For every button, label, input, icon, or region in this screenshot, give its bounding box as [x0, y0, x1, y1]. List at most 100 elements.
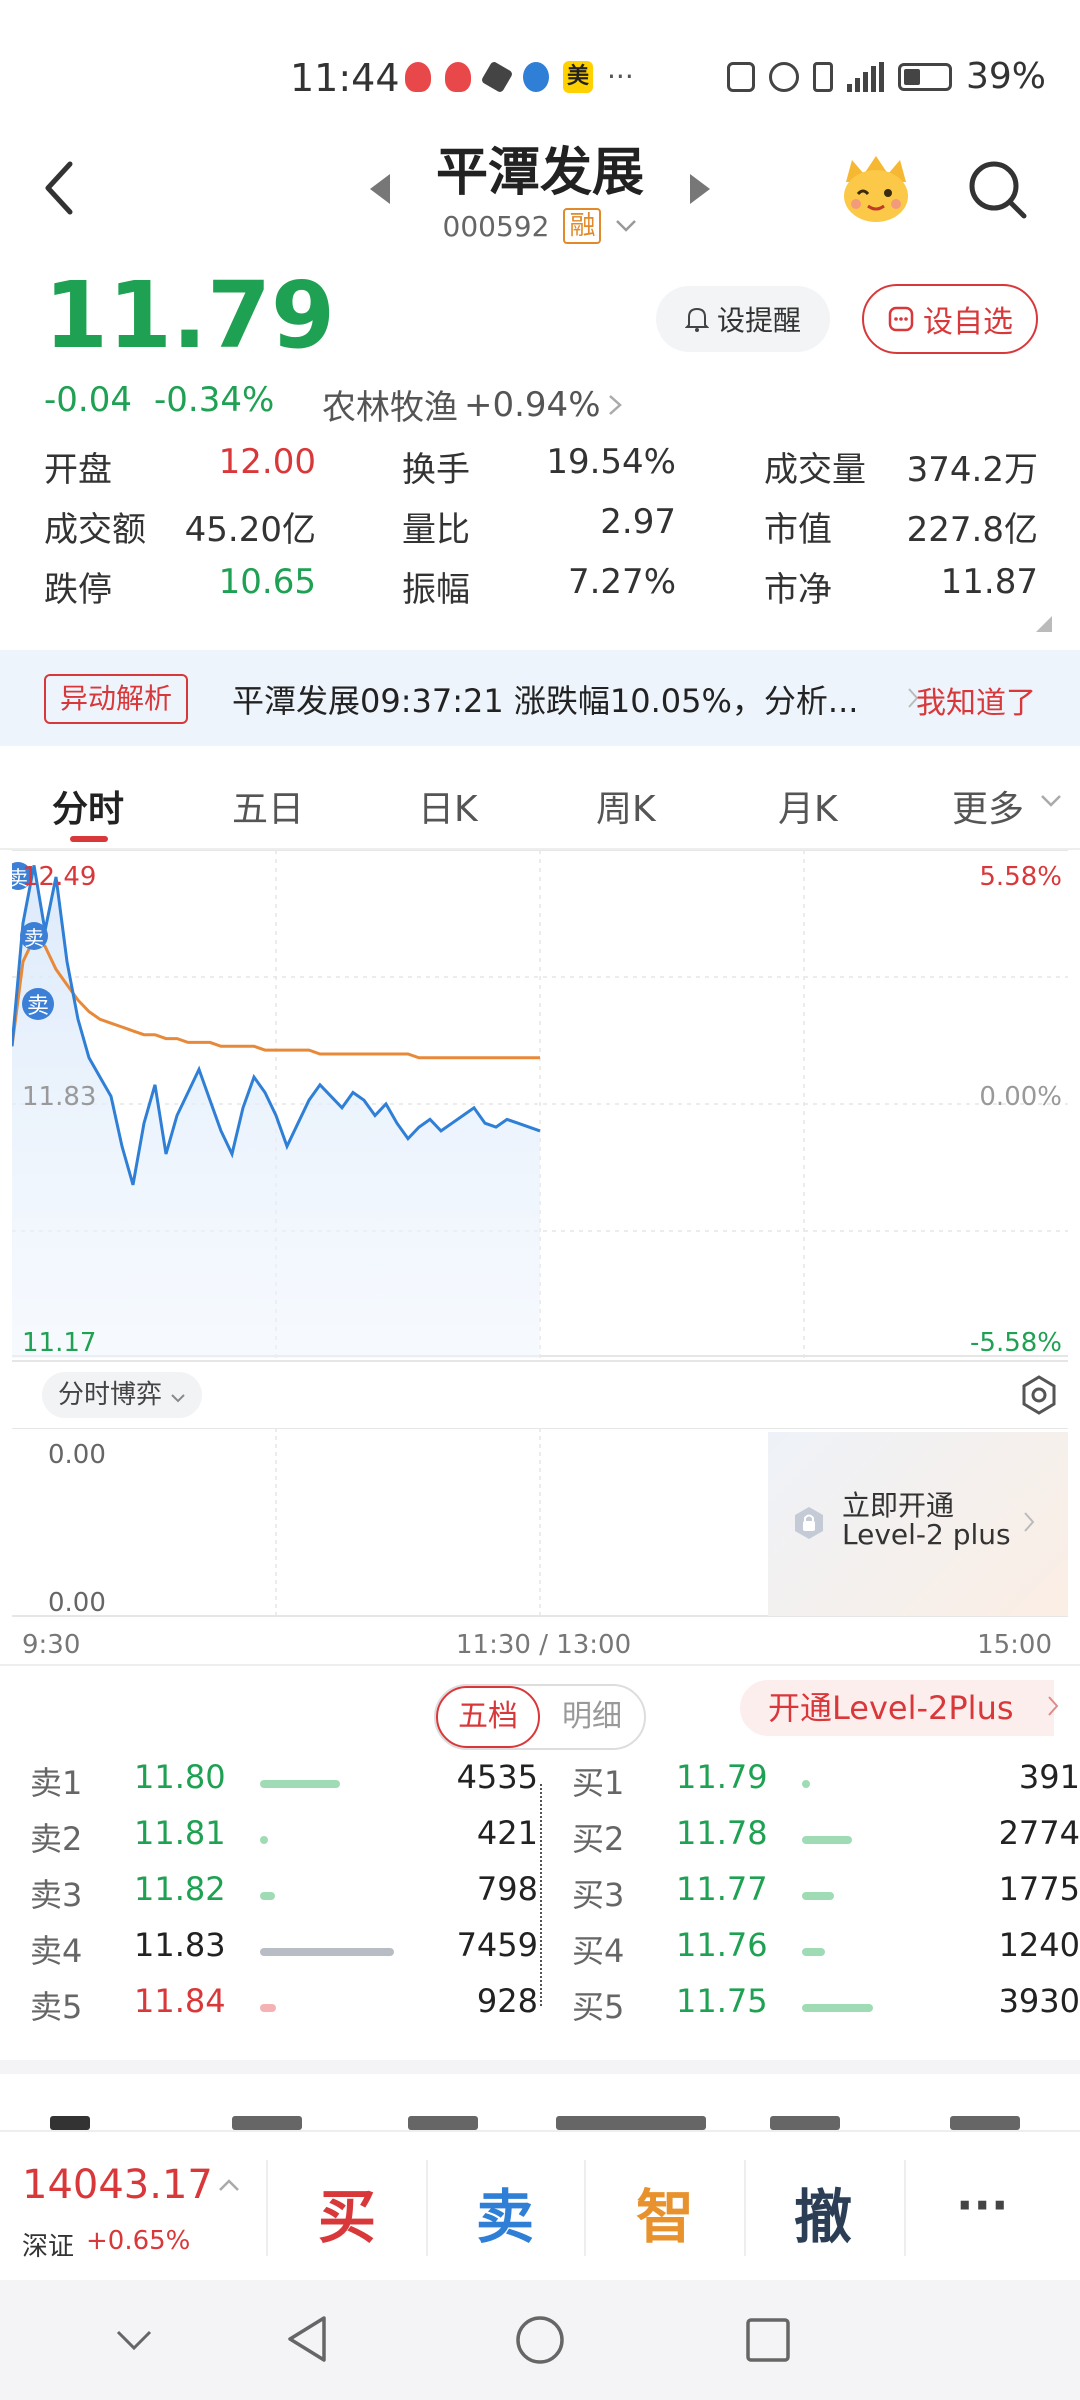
order-volume: 3930 — [998, 1982, 1080, 2020]
stat-label: 成交量 — [764, 450, 866, 490]
tab-weekly-k[interactable]: 周K — [596, 780, 656, 832]
order-volume: 391 — [1018, 1758, 1080, 1796]
divider — [12, 1360, 1068, 1362]
settings-icon[interactable] — [1018, 1374, 1060, 1416]
indicator-name: 分时博弈 — [58, 1380, 163, 1410]
divider — [904, 2160, 906, 2256]
lock-icon — [795, 1507, 823, 1539]
app-notification-icon — [445, 61, 471, 92]
tab-daily-k[interactable]: 日K — [418, 780, 478, 832]
sub-bottom-label: 0.00 — [48, 1588, 106, 1618]
change-percent: -0.34% — [153, 380, 275, 420]
buy-button[interactable]: 买 — [318, 2170, 376, 2254]
time-mid: 11:30 / 13:00 — [456, 1630, 632, 1660]
level2-plus-link[interactable]: 开通Level-2Plus — [740, 1680, 1054, 1736]
chevron-up-icon[interactable] — [218, 2178, 240, 2192]
five-levels-tab[interactable]: 五档 — [436, 1686, 540, 1748]
add-favorite-button[interactable]: 设自选 — [862, 284, 1038, 354]
app-notification-icon — [523, 61, 549, 92]
stock-name: 平潭发展 — [435, 143, 644, 203]
expand-corner-icon[interactable] — [1036, 616, 1052, 632]
volume-bar — [802, 1780, 810, 1788]
order-price: 11.75 — [676, 1982, 768, 2020]
chart-period-tabs — [0, 758, 1080, 848]
order-volume: 1240 — [998, 1926, 1080, 1964]
hide-keyboard-icon[interactable] — [114, 2328, 154, 2352]
order-price: 11.84 — [134, 1982, 226, 2020]
pct-low-label: -5.58% — [970, 1328, 1062, 1358]
price-high-label: 12.49 — [22, 862, 97, 892]
volume-bar — [802, 1948, 825, 1956]
volume-bar — [802, 1892, 834, 1900]
tab-more[interactable]: 更多 — [952, 780, 1024, 832]
stat-label: 换手 — [402, 450, 470, 490]
price-mid-label: 11.83 — [22, 1082, 97, 1112]
order-volume: 798 — [476, 1870, 538, 1908]
order-volume: 421 — [476, 1814, 538, 1852]
current-price: 11.79 — [44, 262, 336, 369]
change-value: -0.04 — [44, 380, 132, 420]
meituan-icon: 美 — [563, 60, 594, 93]
divider — [426, 2160, 428, 2256]
order-volume: 928 — [476, 1982, 538, 2020]
tab-five-day[interactable]: 五日 — [232, 780, 304, 832]
volume-bar — [260, 1780, 340, 1788]
order-price: 11.82 — [134, 1870, 226, 1908]
more-notifications-icon: ··· — [607, 60, 634, 93]
price-low-label: 11.17 — [22, 1328, 97, 1358]
stat-label: 振幅 — [402, 570, 470, 610]
order-level-label: 卖4 — [30, 1932, 83, 1970]
sector-change: +0.94% — [464, 384, 601, 425]
chevron-right-icon — [1024, 1512, 1035, 1532]
detail-tab[interactable]: 明细 — [540, 1686, 644, 1748]
anomaly-text[interactable]: 平潭发展09:37:21 涨跌幅10.05%，分析... — [232, 676, 858, 722]
next-stock-icon[interactable] — [688, 172, 712, 206]
stat-value: 374.2万 — [906, 450, 1038, 490]
volume-bar — [802, 2004, 873, 2012]
divider — [266, 2160, 268, 2256]
sell-marker-2[interactable]: 卖 — [20, 922, 48, 950]
tab-intraday[interactable]: 分时 — [52, 780, 124, 832]
bell-icon — [684, 307, 709, 332]
stat-label: 市值 — [764, 510, 832, 550]
order-price: 11.78 — [676, 1814, 768, 1852]
mascot-icon[interactable] — [836, 148, 916, 228]
add-favorite-icon — [888, 306, 914, 332]
volume-bar — [260, 1892, 275, 1900]
chevron-down-icon — [171, 1394, 185, 1403]
notification-icons: 美 ··· — [405, 60, 634, 93]
battery-percent: 39% — [965, 56, 1046, 97]
chevron-down-icon — [1041, 795, 1061, 807]
order-price: 11.83 — [134, 1926, 226, 1964]
nav-back-icon[interactable] — [284, 2314, 328, 2364]
search-icon[interactable] — [966, 158, 1030, 222]
sector-link[interactable]: 农林牧渔 +0.94% — [322, 380, 623, 429]
sell-marker-3[interactable]: 卖 — [22, 988, 54, 1020]
chevron-right-icon — [1048, 1696, 1059, 1716]
divider — [584, 2160, 586, 2256]
order-volume: 4535 — [456, 1758, 538, 1796]
price-change: -0.04 -0.34% — [44, 380, 274, 420]
chevron-down-icon[interactable] — [615, 219, 637, 233]
pct-high-label: 5.58% — [979, 862, 1062, 892]
dismiss-button[interactable]: 我知道了 — [916, 678, 1036, 722]
section-separator — [0, 2060, 1080, 2074]
sell-button[interactable]: 卖 — [476, 2170, 534, 2254]
order-volume: 7459 — [456, 1926, 538, 1964]
more-button[interactable]: ··· — [956, 2178, 1008, 2232]
nav-recents-icon[interactable] — [744, 2316, 792, 2364]
indicator-selector[interactable]: 分时博弈 — [42, 1372, 203, 1418]
index-value[interactable]: 14043.17 — [22, 2162, 213, 2208]
stat-value: 7.27% — [567, 562, 676, 602]
set-alert-button[interactable]: 设提醒 — [656, 286, 830, 352]
order-level-label: 卖5 — [30, 1988, 83, 2026]
order-book-divider — [540, 1784, 542, 2006]
intraday-chart[interactable]: 卖 卖 卖 — [12, 850, 1068, 1358]
index-name: 深证 — [22, 2232, 75, 2262]
smart-button[interactable]: 智 — [636, 2170, 694, 2254]
tab-monthly-k[interactable]: 月K — [778, 780, 838, 832]
nav-home-icon[interactable] — [514, 2314, 566, 2366]
cancel-order-button[interactable]: 撤 — [794, 2170, 852, 2254]
time-axis: 9:30 11:30 / 13:00 15:00 — [0, 1628, 1080, 1668]
pct-mid-label: 0.00% — [979, 1082, 1062, 1112]
